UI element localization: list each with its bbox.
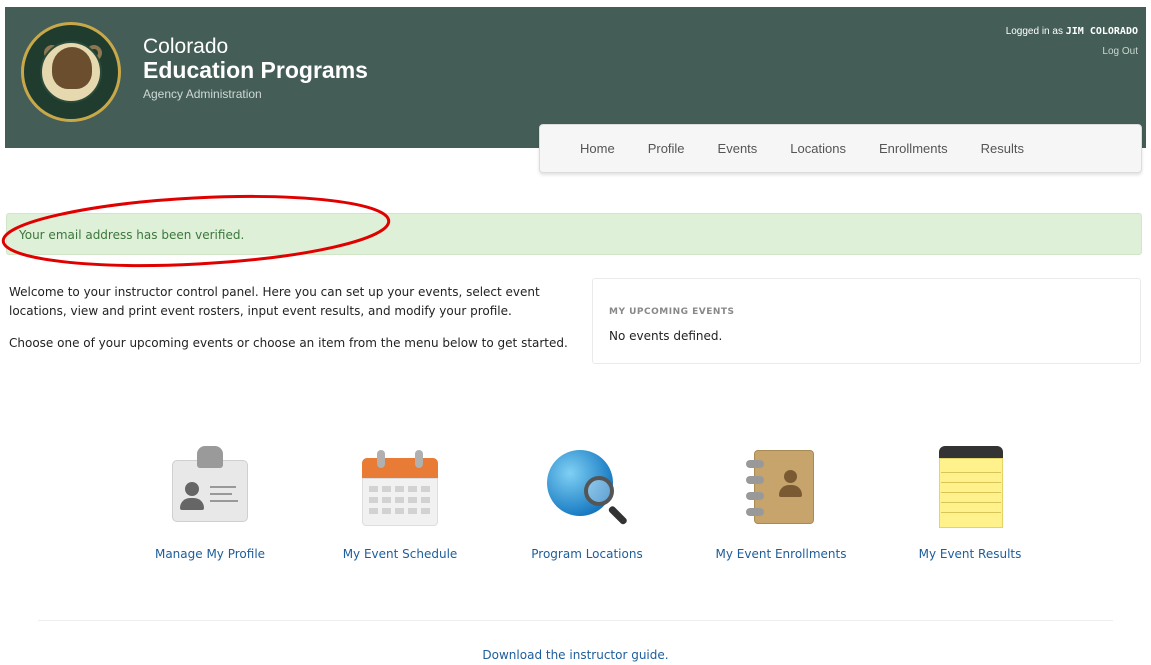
nav-profile[interactable]: Profile xyxy=(648,141,685,156)
login-status: Logged in as JIM COLORADO xyxy=(1006,26,1138,37)
tile-label[interactable]: Manage My Profile xyxy=(140,547,280,561)
upcoming-events-heading: MY UPCOMING EVENTS xyxy=(609,307,735,317)
nav-home[interactable]: Home xyxy=(580,141,615,156)
footer-divider xyxy=(38,620,1113,621)
site-title-small: Colorado xyxy=(143,35,229,58)
tile-label[interactable]: Program Locations xyxy=(517,547,657,561)
calendar-icon xyxy=(355,440,445,530)
nav-results[interactable]: Results xyxy=(981,141,1024,156)
tile-label[interactable]: My Event Enrollments xyxy=(711,547,851,561)
intro-paragraph: Welcome to your instructor control panel… xyxy=(9,285,540,318)
alert-message: Your email address has been verified. xyxy=(19,228,245,242)
user-name: JIM COLORADO xyxy=(1065,26,1138,37)
tile-label[interactable]: My Event Results xyxy=(900,547,1040,561)
main-nav: Home Profile Events Locations Enrollment… xyxy=(539,124,1142,173)
tile-manage-profile[interactable]: Manage My Profile xyxy=(140,440,280,561)
upcoming-events-panel: MY UPCOMING EVENTS No events defined. xyxy=(592,278,1141,364)
verification-success-alert: Your email address has been verified. xyxy=(6,213,1142,255)
intro-paragraph: Choose one of your upcoming events or ch… xyxy=(9,336,568,350)
login-prefix: Logged in as xyxy=(1005,26,1063,37)
nav-locations[interactable]: Locations xyxy=(790,141,846,156)
site-title: Education Programs xyxy=(143,57,368,83)
tile-program-locations[interactable]: Program Locations xyxy=(517,440,657,561)
notepad-icon xyxy=(925,440,1015,530)
intro-text: Welcome to your instructor control panel… xyxy=(9,283,569,366)
globe-magnifier-icon xyxy=(542,440,632,530)
tile-label[interactable]: My Event Schedule xyxy=(330,547,470,561)
tile-event-enrollments[interactable]: My Event Enrollments xyxy=(711,440,851,561)
id-card-icon xyxy=(165,440,255,530)
logout-link[interactable]: Log Out xyxy=(1102,46,1138,57)
nav-enrollments[interactable]: Enrollments xyxy=(879,141,948,156)
address-book-icon xyxy=(736,440,826,530)
colorado-parks-wildlife-logo xyxy=(21,22,121,122)
tile-event-schedule[interactable]: My Event Schedule xyxy=(330,440,470,561)
nav-events[interactable]: Events xyxy=(718,141,758,156)
tile-event-results[interactable]: My Event Results xyxy=(900,440,1040,561)
site-subtitle: Agency Administration xyxy=(143,87,262,101)
upcoming-events-empty: No events defined. xyxy=(609,329,723,343)
instructor-guide-link[interactable]: Download the instructor guide. xyxy=(0,648,1151,662)
